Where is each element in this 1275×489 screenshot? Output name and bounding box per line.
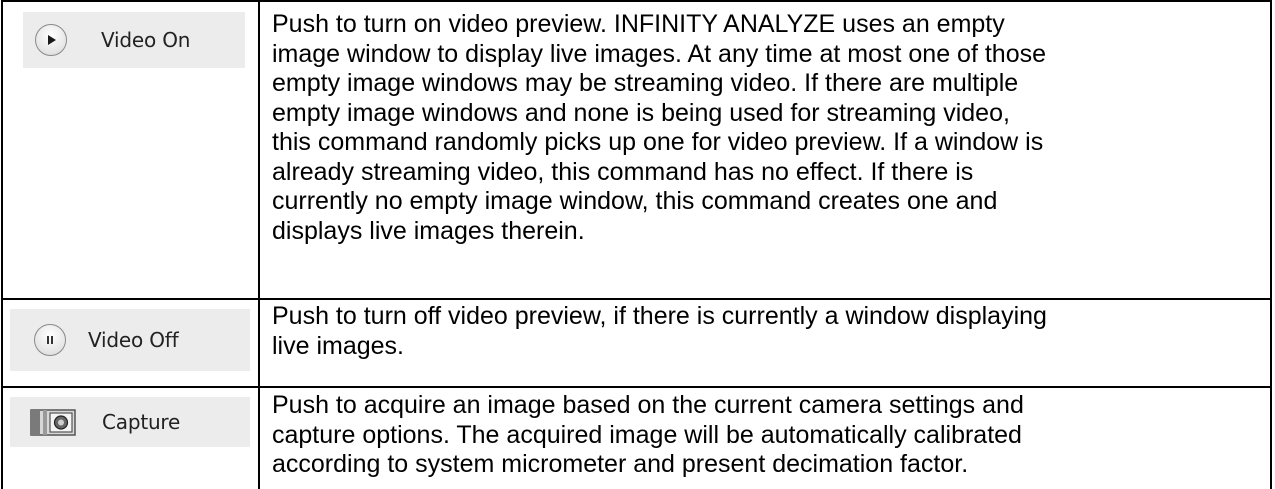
description-line: Push to turn off video preview, if there… [272,302,1047,330]
description-line: image window to display live images. At … [272,39,1046,68]
description-line: live images. [272,331,404,360]
capture-description: Push to acquire an image based on the cu… [272,391,1262,480]
row-divider [1,298,1272,300]
video-off-label: Video Off [88,328,179,352]
description-line: already streaming video, this command ha… [272,157,974,186]
video-on-description: Push to turn on video preview. INFINITY … [272,10,1262,246]
description-line: empty image windows may be streaming vid… [272,69,1019,97]
table-row: Capture [0,397,258,447]
video-on-button[interactable]: Video On [23,12,245,68]
description-line: Push to acquire an image based on the cu… [272,391,1024,419]
table-row: Video On [0,12,258,68]
table-right-border [1270,0,1272,489]
description-line: Push to turn on video preview. INFINITY … [272,10,1005,38]
video-on-label: Video On [101,28,191,52]
table-row: Video Off [0,309,258,371]
description-line: capture options. The acquired image will… [272,420,1022,449]
description-line: this command randomly picks up one for v… [272,128,1044,156]
command-table: Video On Push to turn on video preview. … [0,0,1275,489]
column-divider [258,0,260,489]
camera-icon [30,407,76,437]
table-top-border [1,0,1272,2]
video-off-description: Push to turn off video preview, if there… [272,302,1262,361]
row-divider [1,386,1272,388]
video-off-button[interactable]: Video Off [10,309,250,371]
description-line: displays live images therein. [272,216,585,245]
capture-button[interactable]: Capture [10,397,250,447]
play-icon [35,24,67,56]
description-line: currently no empty image window, this co… [272,187,998,215]
description-line: empty image windows and none is being us… [272,98,1010,127]
capture-label: Capture [102,410,181,434]
description-line: according to system micrometer and prese… [272,450,969,478]
pause-icon [34,324,66,356]
